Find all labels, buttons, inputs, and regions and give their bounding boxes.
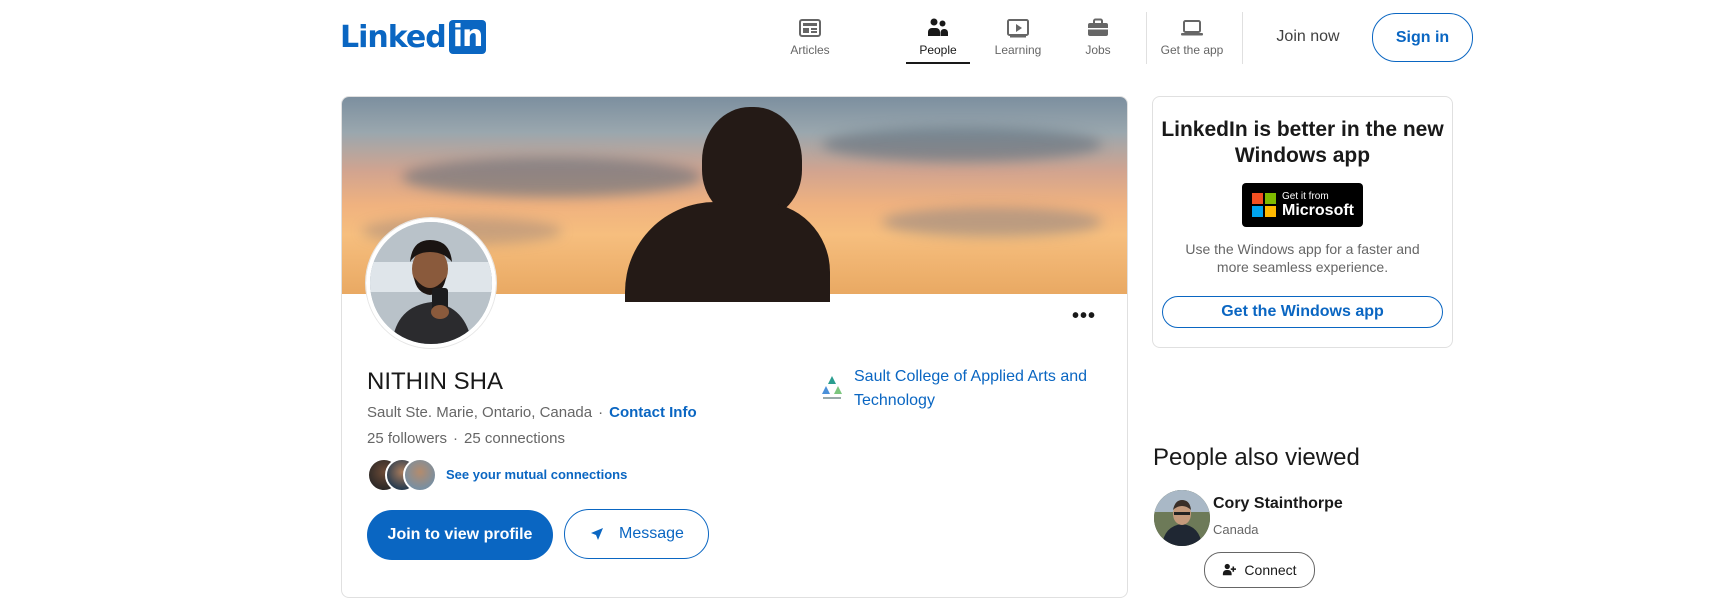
badge-big-text: Microsoft xyxy=(1282,202,1354,219)
profile-location-line: Sault Ste. Marie, Ontario, Canada · Contac… xyxy=(367,404,697,421)
logo-text: Linked xyxy=(340,19,447,55)
articles-icon xyxy=(799,19,821,37)
profile-card: ••• NITHIN SHA Sault Ste. Marie, Ontario… xyxy=(341,96,1128,598)
jobs-icon xyxy=(1088,18,1108,36)
ad-description: Use the Windows app for a faster and mor… xyxy=(1185,241,1420,275)
nav-get-the-app[interactable]: Get the app xyxy=(1152,16,1232,62)
profile-location: Sault Ste. Marie, Ontario, Canada xyxy=(367,404,593,421)
windows-app-ad: LinkedIn is better in the new Windows ap… xyxy=(1152,96,1453,348)
nav-divider xyxy=(1242,12,1243,64)
mutual-connections-link[interactable]: See your mutual connections xyxy=(446,467,627,482)
join-now-button[interactable]: Join now xyxy=(1260,12,1356,62)
person-avatar[interactable] xyxy=(1154,490,1210,546)
connect-button-label: Connect xyxy=(1244,562,1297,578)
connections-count: 25 connections xyxy=(464,430,565,447)
people-also-viewed-title: People also viewed xyxy=(1153,444,1360,471)
separator-dot: · xyxy=(598,404,604,421)
person-location: Canada xyxy=(1213,522,1259,537)
linkedin-logo[interactable]: Linked in xyxy=(340,19,487,55)
nav-divider xyxy=(1146,12,1147,64)
add-person-icon xyxy=(1223,563,1237,576)
message-button-label: Message xyxy=(619,525,684,542)
nav-jobs[interactable]: Jobs xyxy=(1066,16,1130,62)
mutual-connections-avatars[interactable] xyxy=(367,458,439,492)
contact-info-link[interactable]: Contact Info xyxy=(609,404,697,421)
nav-learning-label: Learning xyxy=(994,43,1042,57)
nav-get-the-app-label: Get the app xyxy=(1160,43,1224,57)
nav-people-label: People xyxy=(919,43,957,57)
ad-title: LinkedIn is better in the new Windows ap… xyxy=(1161,118,1444,167)
microsoft-store-badge[interactable]: Get it from Microsoft xyxy=(1242,183,1363,227)
nav-articles-label: Articles xyxy=(790,43,830,57)
profile-avatar xyxy=(366,218,496,348)
nav-learning[interactable]: Learning xyxy=(986,16,1050,62)
get-windows-app-button[interactable]: Get the Windows app xyxy=(1162,296,1443,328)
nav-people[interactable]: People xyxy=(906,16,970,64)
sign-in-button[interactable]: Sign in xyxy=(1372,13,1473,62)
nav-articles[interactable]: Articles xyxy=(778,16,842,62)
microsoft-logo-icon xyxy=(1252,193,1276,217)
send-icon xyxy=(591,528,604,540)
followers-count: 25 followers xyxy=(367,430,448,447)
logo-box: in xyxy=(448,20,487,54)
join-to-view-profile-button[interactable]: Join to view profile xyxy=(367,510,553,560)
badge-small-text: Get it from xyxy=(1282,191,1329,202)
school-logo-icon xyxy=(820,374,844,402)
profile-name: NITHIN SHA xyxy=(367,368,504,395)
people-icon xyxy=(928,18,948,36)
more-options-button[interactable]: ••• xyxy=(1072,305,1096,328)
connect-button[interactable]: Connect xyxy=(1204,552,1315,588)
message-button[interactable]: Message xyxy=(564,509,709,559)
separator-dot: · xyxy=(453,430,459,447)
nav-jobs-label: Jobs xyxy=(1085,43,1111,57)
laptop-icon xyxy=(1181,20,1203,36)
learning-icon xyxy=(1007,19,1029,38)
school-link[interactable]: Sault College of Applied Arts and Techno… xyxy=(854,365,1114,413)
person-name-link[interactable]: Cory Stainthorpe xyxy=(1213,495,1343,513)
profile-stats: 25 followers · 25 connections xyxy=(367,430,565,447)
mutual-avatar xyxy=(403,458,437,492)
